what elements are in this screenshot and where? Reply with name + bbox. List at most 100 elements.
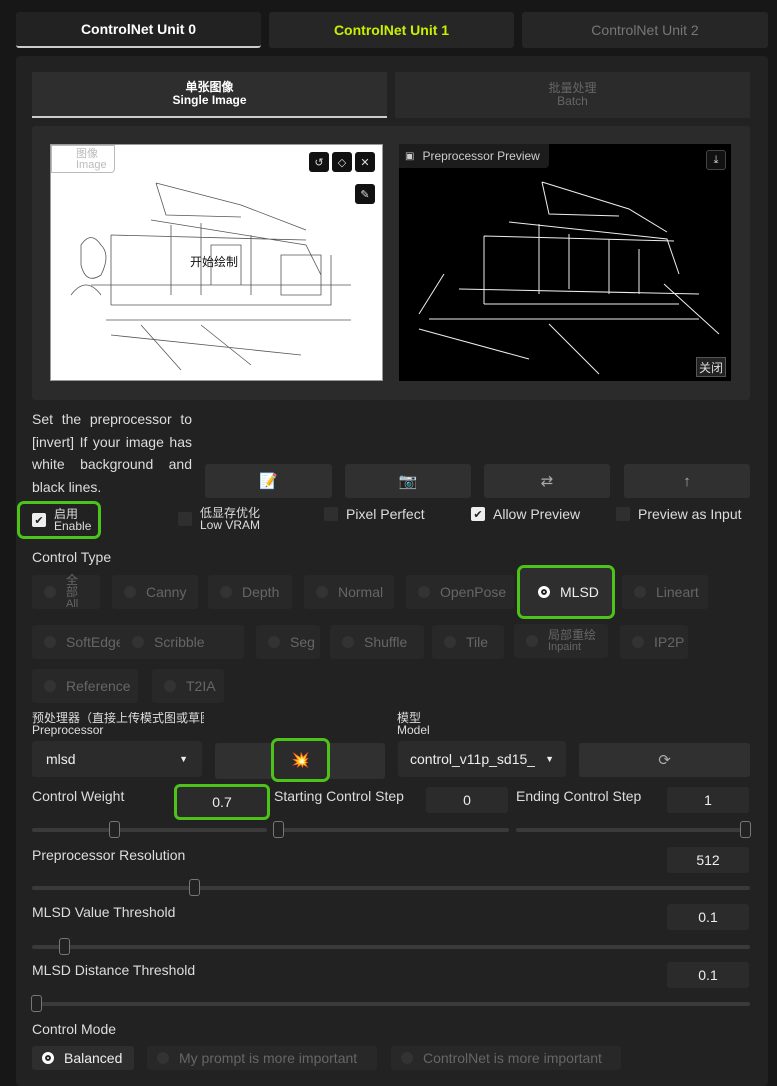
control-type-canny[interactable]: Canny (112, 575, 198, 609)
option-label: 全部 All (66, 574, 88, 610)
control-type-ip2p[interactable]: IP2P (620, 625, 688, 659)
option-label: My prompt is more important (179, 1050, 358, 1066)
label-en: Image (76, 159, 107, 171)
slider-thumb[interactable] (109, 821, 121, 838)
low-vram-checkbox[interactable]: 低显存优化 Low VRAM (178, 507, 260, 531)
label-zh: 全部 (66, 573, 79, 599)
download-icon[interactable]: ⤓ (706, 150, 726, 170)
preprocessor-select[interactable]: mlsd ▼ (32, 741, 202, 777)
pixel-perfect-checkbox[interactable]: Pixel Perfect (324, 506, 425, 522)
control-type-softedge[interactable]: SoftEdge (32, 625, 132, 659)
close-preview-button[interactable]: 关闭 (696, 357, 726, 377)
control-type-normal[interactable]: Normal (304, 575, 394, 609)
radio-icon (538, 586, 550, 598)
resolution-label: Preprocessor Resolution (32, 847, 186, 863)
option-label: OpenPose (440, 584, 507, 600)
preview-canvas (399, 144, 731, 381)
swap-button[interactable]: ⇄ (484, 464, 610, 498)
radio-icon (526, 635, 538, 647)
memo-icon: 📝 (259, 473, 278, 490)
refresh-models-button[interactable]: ⟳ (579, 743, 750, 777)
value-threshold-slider[interactable] (32, 938, 750, 955)
radio-icon (634, 586, 646, 598)
start-step-slider[interactable] (273, 821, 509, 838)
control-type-all[interactable]: 全部 All (32, 574, 100, 610)
control-type-openpose[interactable]: OpenPose (406, 575, 514, 609)
value-threshold-input[interactable]: 0.1 (667, 904, 749, 930)
control-type-reference[interactable]: Reference (32, 669, 138, 703)
slider-thumb[interactable] (189, 879, 201, 896)
edit-button[interactable]: 📝 (205, 464, 332, 498)
tab-single-image[interactable]: 单张图像 Single Image (32, 72, 387, 118)
chevron-down-icon: ▼ (545, 754, 554, 764)
swap-icon: ⇄ (540, 473, 554, 490)
chevron-down-icon: ▼ (179, 754, 188, 764)
slider-thumb[interactable] (59, 938, 71, 955)
eraser-icon[interactable]: ◇ (332, 152, 352, 172)
checkbox-icon (616, 507, 630, 521)
camera-button[interactable]: 📷 (345, 464, 471, 498)
control-type-t2ia[interactable]: T2IA (152, 669, 224, 703)
control-weight-slider[interactable] (32, 821, 267, 838)
control-type-mlsd[interactable]: MLSD (517, 565, 615, 619)
image-icon: ▣ (405, 150, 415, 162)
slider-thumb[interactable] (273, 821, 284, 838)
close-icon[interactable]: ✕ (355, 152, 375, 172)
tab-unit-0[interactable]: ControlNet Unit 0 (16, 12, 261, 48)
control-type-lineart[interactable]: Lineart (622, 575, 708, 609)
control-type-label: Control Type (32, 549, 112, 565)
slider-thumb[interactable] (740, 821, 751, 838)
control-mode-option[interactable]: ControlNet is more important (391, 1046, 621, 1070)
control-type-tile[interactable]: Tile (432, 625, 504, 659)
radio-icon (157, 1052, 169, 1064)
enable-checkbox[interactable]: ✔ 启用 Enable (17, 501, 101, 539)
option-label: Lineart (656, 584, 699, 600)
end-step-input[interactable]: 1 (667, 787, 749, 813)
distance-threshold-slider[interactable] (31, 995, 750, 1012)
camera-icon: 📷 (398, 473, 418, 490)
control-type-shuffle[interactable]: Shuffle (330, 625, 424, 659)
explosion-icon: 💥 (291, 752, 310, 769)
radio-icon (42, 1052, 54, 1064)
slider-thumb[interactable] (31, 995, 42, 1012)
end-step-slider[interactable] (516, 821, 751, 838)
allow-preview-checkbox[interactable]: ✔ Allow Preview (471, 506, 580, 522)
radio-icon (132, 636, 144, 648)
undo-icon[interactable]: ↺ (309, 152, 329, 172)
resolution-slider[interactable] (32, 879, 750, 896)
option-label: Depth (242, 584, 280, 600)
resolution-input[interactable]: 512 (667, 847, 749, 873)
control-weight-input[interactable]: 0.7 (174, 784, 270, 820)
selected-value: control_v11p_sd15_ (410, 751, 535, 767)
tab-label-en: Batch (557, 94, 588, 108)
distance-threshold-input[interactable]: 0.1 (667, 962, 749, 988)
send-button[interactable]: ↑ (624, 464, 750, 498)
run-preprocessor-highlight[interactable]: 💥 (271, 738, 330, 782)
control-type-seg[interactable]: Seg (256, 625, 320, 659)
radio-icon (316, 586, 328, 598)
control-type-depth[interactable]: Depth (208, 575, 292, 609)
distance-threshold-label: MLSD Distance Threshold (32, 962, 196, 978)
radio-icon (632, 636, 644, 648)
model-select[interactable]: control_v11p_sd15_ ▼ (398, 741, 566, 777)
control-type-scribble[interactable]: Scribble (120, 625, 244, 659)
control-type-inpaint[interactable]: 局部重绘 Inpaint (514, 624, 608, 658)
value-threshold-label: MLSD Value Threshold (32, 904, 176, 920)
tab-unit-2[interactable]: ControlNet Unit 2 (522, 12, 768, 48)
start-step-input[interactable]: 0 (426, 787, 508, 813)
tab-batch[interactable]: 批量处理 Batch (395, 72, 750, 118)
tab-unit-1[interactable]: ControlNet Unit 1 (269, 12, 514, 48)
label: Allow Preview (493, 506, 581, 522)
brush-icon[interactable]: ✎ (355, 184, 375, 204)
label-en: All (66, 598, 79, 610)
option-label: Seg (290, 634, 315, 650)
image-label: 图像 Image (51, 145, 115, 173)
preview-as-input-checkbox[interactable]: Preview as Input (616, 506, 742, 522)
control-mode-option[interactable]: My prompt is more important (147, 1046, 377, 1070)
radio-icon (220, 586, 232, 598)
radio-icon (44, 586, 56, 598)
refresh-icon: ⟳ (658, 752, 671, 769)
control-mode-option[interactable]: Balanced (32, 1046, 134, 1070)
radio-icon (44, 636, 56, 648)
option-label: 局部重绘 Inpaint (548, 629, 596, 653)
